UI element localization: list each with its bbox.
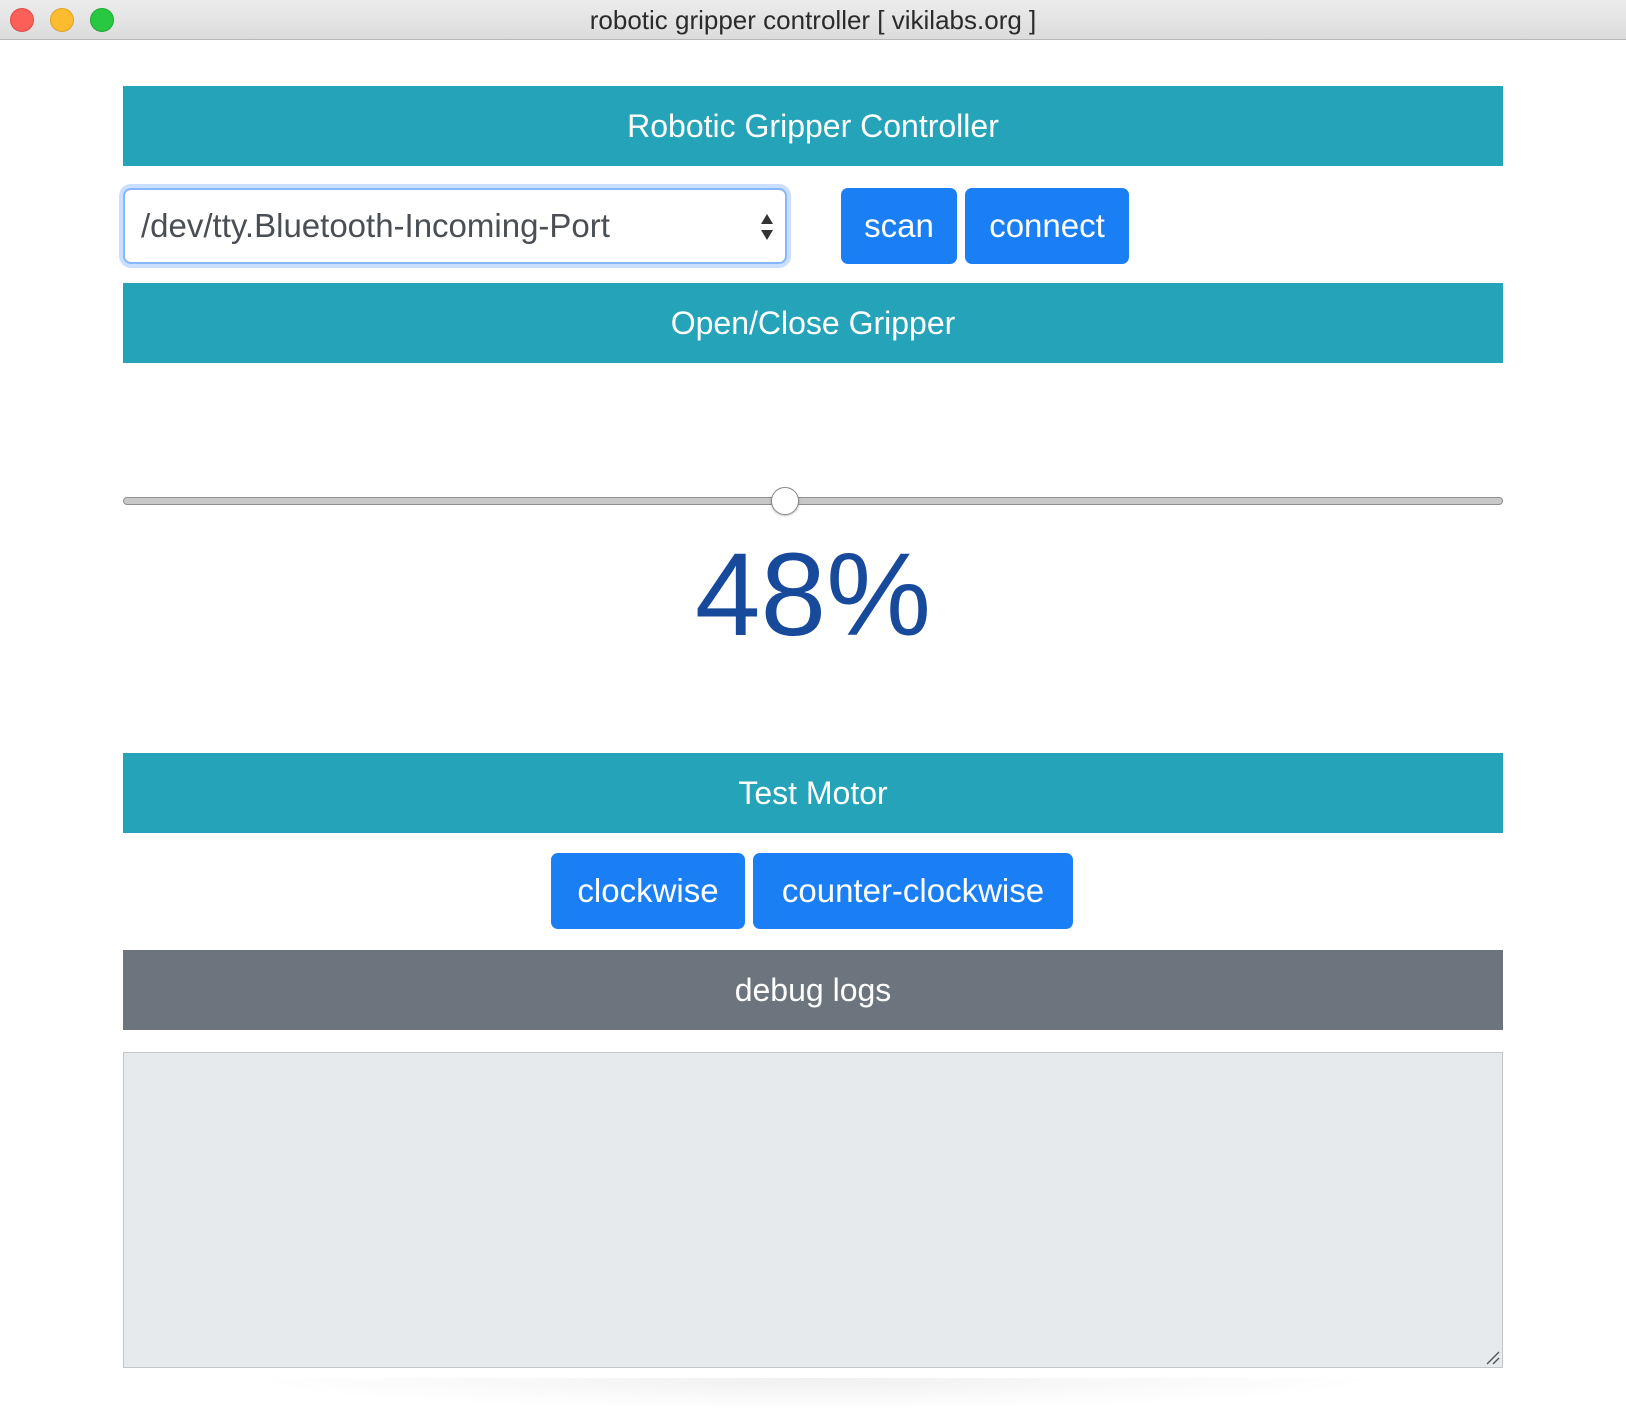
window-title: robotic gripper controller [ vikilabs.or… (589, 5, 1037, 35)
resize-grip-icon[interactable] (1484, 1349, 1500, 1365)
scan-button[interactable]: scan (841, 188, 957, 264)
slider-thumb[interactable] (771, 487, 800, 515)
counter-clockwise-button[interactable]: counter-clockwise (753, 853, 1073, 929)
title-bar: robotic gripper controller [ vikilabs.or… (0, 0, 1626, 40)
debug-logs-textarea[interactable] (123, 1052, 1503, 1368)
connect-button[interactable]: connect (965, 188, 1129, 264)
slider-track[interactable] (123, 497, 1503, 505)
main-header: Robotic Gripper Controller (123, 86, 1503, 166)
clockwise-button[interactable]: clockwise (551, 853, 745, 929)
gripper-slider[interactable] (123, 486, 1503, 516)
window-bottom-shadow (240, 1378, 1386, 1410)
app-window: robotic gripper controller [ vikilabs.or… (0, 0, 1626, 1410)
gripper-header: Open/Close Gripper (123, 283, 1503, 363)
port-select-value: /dev/tty.Bluetooth-Incoming-Port (141, 207, 610, 244)
logs-header: debug logs (123, 950, 1503, 1030)
gripper-percent-readout: 48% (694, 529, 932, 661)
port-select[interactable]: /dev/tty.Bluetooth-Incoming-Port (123, 188, 787, 264)
motor-header: Test Motor (123, 753, 1503, 833)
up-down-arrows-icon (761, 214, 773, 240)
